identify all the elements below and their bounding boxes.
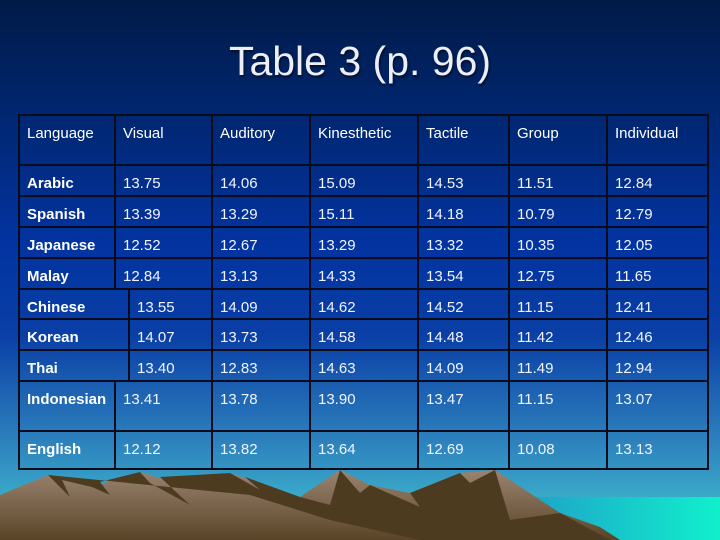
table-cell: 13.29 — [311, 228, 419, 259]
table-cell: 12.05 — [608, 228, 707, 259]
table-cell: 13.54 — [419, 259, 510, 290]
table-cell: 13.40 — [130, 351, 213, 382]
table-cell: 14.62 — [311, 290, 419, 320]
table-cell: 12.69 — [419, 432, 510, 468]
row-label-japanese: Japanese — [20, 228, 116, 259]
table-cell: 11.15 — [510, 290, 608, 320]
table-cell: 14.52 — [419, 290, 510, 320]
table-cell: 13.75 — [116, 166, 213, 197]
row-label-indonesian: Indonesian — [20, 382, 116, 432]
table-cell: 14.63 — [311, 351, 419, 382]
table-cell: 12.67 — [213, 228, 311, 259]
column-header-language: Language — [20, 116, 116, 166]
table-cell: 12.52 — [116, 228, 213, 259]
table-cell: 13.90 — [311, 382, 419, 432]
table-cell: 12.94 — [608, 351, 707, 382]
table-cell: 10.79 — [510, 197, 608, 228]
row-label-chinese: Chinese — [20, 290, 130, 320]
table-cell: 14.53 — [419, 166, 510, 197]
table-cell: 11.51 — [510, 166, 608, 197]
row-label-malay: Malay — [20, 259, 116, 290]
table-cell: 13.13 — [615, 441, 653, 458]
table-cell: 14.07 — [130, 320, 213, 351]
table-cell: 13.55 — [130, 290, 213, 320]
table-cell: 13.82 — [213, 432, 311, 468]
table-cell: 12.41 — [608, 290, 707, 320]
table-cell: 14.18 — [419, 197, 510, 228]
table-cell: 12.75 — [510, 259, 608, 290]
table-cell: 14.09 — [419, 351, 510, 382]
row-label-thai: Thai — [20, 351, 130, 382]
table-cell: 12.12 — [116, 432, 213, 468]
table-cell: 10.35 — [510, 228, 608, 259]
slide-title: Table 3 (p. 96) — [228, 38, 492, 84]
row-label-english: English — [20, 432, 116, 468]
column-header-auditory: Auditory — [213, 116, 311, 166]
table-cell: 11.49 — [510, 351, 608, 382]
table-cell: 13.39 — [116, 197, 213, 228]
learning-style-table: Language Visual Auditory Kinesthetic Tactile… — [18, 114, 709, 470]
table-cell: 11.65 — [608, 259, 707, 290]
table-cell: 14.58 — [311, 320, 419, 351]
table-cell: 13.78 — [213, 382, 311, 432]
table-cell: 15.09 — [311, 166, 419, 197]
table-cell: 11.42 — [510, 320, 608, 351]
table-cell: 11.15 — [510, 382, 608, 432]
row-label-korean: Korean — [20, 320, 130, 351]
column-header-visual: Visual — [116, 116, 213, 166]
table-cell: 13.47 — [419, 382, 510, 432]
table-cell: 15.11 — [311, 197, 419, 228]
table-cell: 13.73 — [213, 320, 311, 351]
table-cell: 12.83 — [213, 351, 311, 382]
table-cell: 14.06 — [213, 166, 311, 197]
column-header-kinesthetic: Kinesthetic — [311, 116, 419, 166]
table-cell: 14.48 — [419, 320, 510, 351]
table-cell: 14.09 — [213, 290, 311, 320]
table-cell: 10.08 — [510, 432, 608, 468]
table-cell: 13.29 — [213, 197, 311, 228]
column-header-individual: Individual — [608, 116, 707, 166]
table-cell: 13.07 — [608, 382, 707, 432]
table-cell: 12.84 — [116, 259, 213, 290]
table-cell: 13.32 — [419, 228, 510, 259]
row-label-spanish: Spanish — [20, 197, 116, 228]
table-cell: 12.79 — [608, 197, 707, 228]
column-header-group: Group — [510, 116, 608, 166]
table-cell: 12.46 — [608, 320, 707, 351]
table-cell: 12.84 — [608, 166, 707, 197]
table-cell: 13.64 — [311, 432, 419, 468]
table-cell: 14.33 — [311, 259, 419, 290]
row-label-arabic: Arabic — [20, 166, 116, 197]
mountain-landscape — [0, 470, 720, 540]
table-cell: 13.13 — [213, 259, 311, 290]
column-header-tactile: Tactile — [419, 116, 510, 166]
table-cell: 13.41 — [116, 382, 213, 432]
